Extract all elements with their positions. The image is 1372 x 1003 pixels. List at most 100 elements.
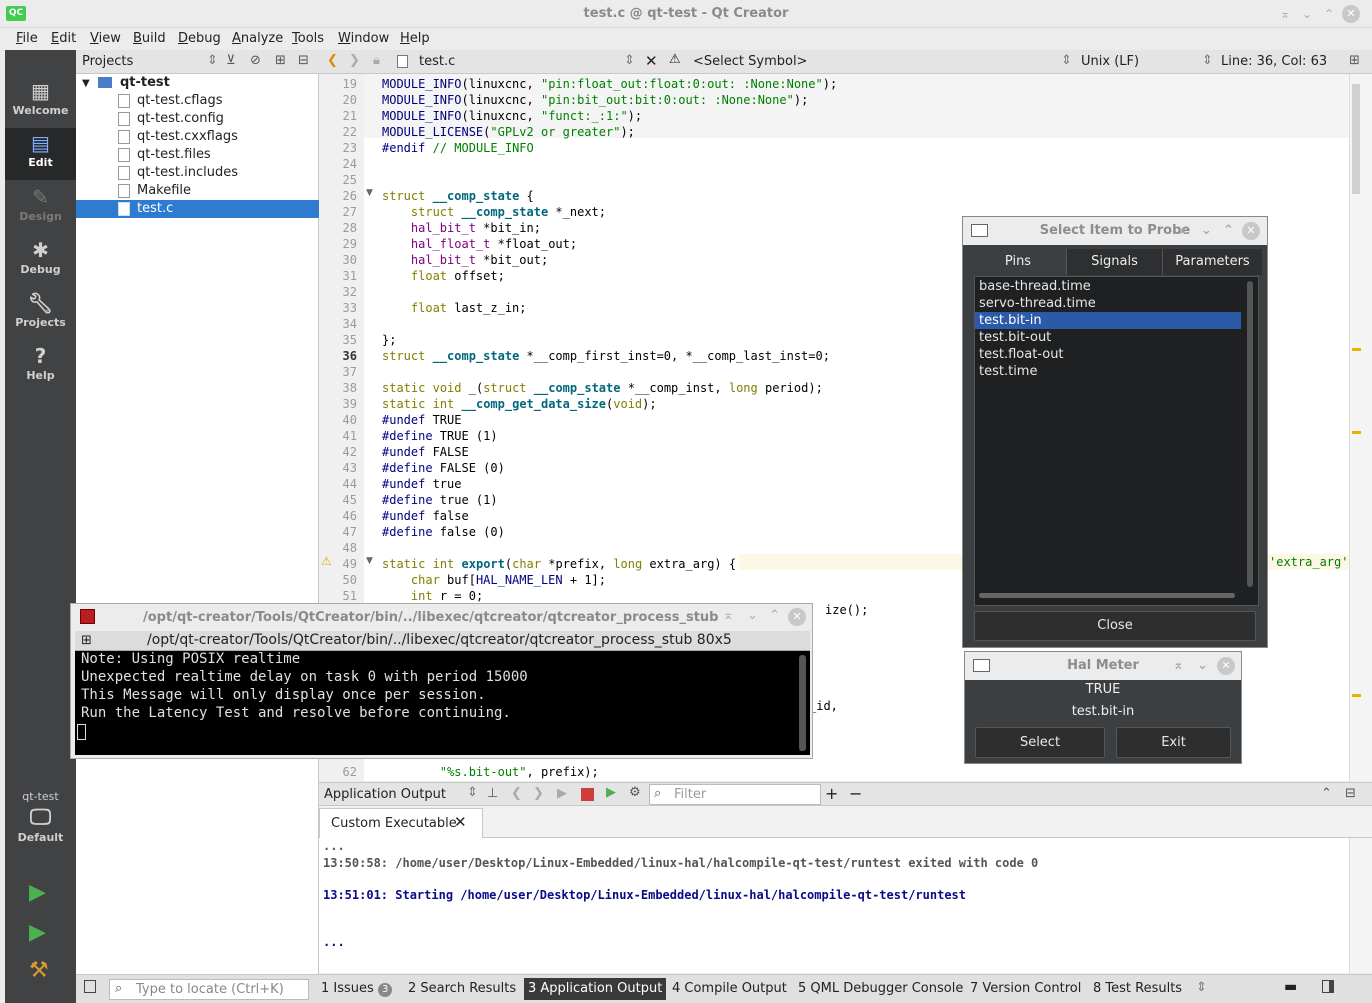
tree-file-item[interactable]: qt-test.cxxflags (76, 128, 319, 146)
status-tab-search-results[interactable]: 2 Search Results (408, 981, 516, 996)
stop-icon[interactable] (581, 788, 594, 801)
tree-file-item[interactable]: Makefile (76, 182, 319, 200)
link-icon[interactable]: ⊘ (250, 53, 261, 68)
split-icon[interactable]: ⊞ (1349, 53, 1360, 68)
symbol-selector[interactable]: <Select Symbol> (693, 54, 807, 69)
pin-list-item[interactable]: test.float-out (975, 346, 1241, 363)
window-close-icon[interactable]: ✕ (1217, 657, 1235, 675)
pin-list-item[interactable]: servo-thread.time (975, 295, 1241, 312)
mode-edit[interactable]: ▤ Edit (5, 128, 76, 180)
settings-gear-icon[interactable]: ⚙ (629, 785, 641, 800)
pin-list-item-selected[interactable]: test.bit-in (975, 312, 1241, 329)
fold-arrow-icon[interactable]: ▼ (366, 556, 373, 566)
close-document-icon[interactable]: ✕ (645, 52, 658, 70)
next-arrow-icon[interactable]: ❯ (533, 786, 544, 801)
pin-list[interactable]: base-thread.time servo-thread.time test.… (974, 276, 1259, 606)
open-document-selector[interactable]: test.c (419, 54, 455, 69)
pin-list-item[interactable]: base-thread.time (975, 278, 1241, 295)
menu-view[interactable]: View (90, 31, 121, 46)
window-minimize-icon[interactable]: ⌄ (1298, 5, 1316, 23)
menu-analyze[interactable]: Analyze (232, 31, 283, 46)
tab-custom-executable[interactable]: Custom Executable ✕ (319, 808, 483, 838)
run-icon[interactable]: ▶ (29, 880, 46, 905)
mode-design[interactable]: ✎ Design (5, 182, 76, 234)
cursor-position[interactable]: Line: 36, Col: 63 (1221, 54, 1327, 69)
status-tab-version-control[interactable]: 7 Version Control (970, 981, 1081, 996)
window-minimize-icon[interactable]: ⌄ (747, 608, 758, 623)
attach-icon[interactable]: ⊥ (487, 786, 498, 801)
window-minimize-icon[interactable]: ⌄ (1197, 652, 1208, 680)
mode-debug[interactable]: ✱ Debug (5, 235, 76, 287)
close-tab-icon[interactable]: ✕ (454, 813, 467, 831)
pin-list-vscrollbar[interactable] (1247, 281, 1253, 587)
debug-run-icon[interactable]: ▶ (29, 920, 46, 945)
mode-welcome[interactable]: ▦ Welcome (5, 76, 76, 128)
tree-file-item[interactable]: qt-test.includes (76, 164, 319, 182)
kit-selector[interactable]: qt-test 🖵︎ Default (5, 790, 76, 860)
progress-details-icon[interactable]: ▬ (1284, 979, 1297, 995)
output-filter-input[interactable]: ⌕ Filter (649, 784, 821, 805)
status-tab-test-results[interactable]: 8 Test Results (1093, 981, 1182, 996)
tree-file-item[interactable]: qt-test.files (76, 146, 319, 164)
status-tab-qml-debugger[interactable]: 5 QML Debugger Console (798, 981, 963, 996)
build-hammer-icon[interactable]: ⚒ (29, 958, 49, 983)
menu-build[interactable]: Build (133, 31, 166, 46)
window-close-icon[interactable]: ✕ (788, 608, 806, 626)
back-arrow-icon[interactable]: ❮ (327, 53, 338, 68)
collapse-arrow-icon[interactable]: ▼ (82, 78, 90, 89)
meter-select-button[interactable]: Select (975, 727, 1105, 758)
projects-view-selector[interactable]: Projects (82, 54, 133, 69)
window-shade-icon[interactable]: ⌅ (723, 608, 734, 623)
filter-icon[interactable]: ⊻ (226, 53, 236, 68)
window-shade-icon[interactable]: ⌅ (1177, 217, 1188, 245)
menu-file[interactable]: File (16, 31, 38, 46)
toggle-sidebar-icon[interactable] (84, 980, 96, 993)
pin-list-hscrollbar[interactable] (979, 593, 1235, 598)
forward-arrow-icon[interactable]: ❯ (349, 53, 360, 68)
remove-icon[interactable]: − (849, 784, 862, 803)
mode-help[interactable]: ? Help (5, 341, 76, 393)
tab-signals[interactable]: Signals (1066, 249, 1162, 275)
updown-icon[interactable]: ⇕ (1196, 980, 1207, 995)
rerun-icon[interactable]: ▶ (557, 786, 567, 801)
window-minimize-icon[interactable]: ⌄ (1201, 217, 1212, 245)
menu-edit[interactable]: Edit (51, 31, 76, 46)
window-menu-icon[interactable] (973, 659, 990, 672)
window-close-icon[interactable]: ✕ (1342, 5, 1360, 23)
maximize-pane-icon[interactable]: ⌃ (1321, 786, 1332, 801)
meter-exit-button[interactable]: Exit (1116, 727, 1231, 758)
window-maximize-icon[interactable]: ⌃ (1223, 217, 1234, 245)
add-icon[interactable]: + (825, 784, 838, 803)
project-root[interactable]: ▼ qt-test (76, 74, 319, 92)
fold-arrow-icon[interactable]: ▼ (366, 188, 373, 198)
status-tab-application-output[interactable]: 3 Application Output (524, 978, 667, 1000)
prev-arrow-icon[interactable]: ❮ (511, 786, 522, 801)
status-tab-compile-output[interactable]: 4 Compile Output (672, 981, 787, 996)
probe-close-button[interactable]: Close (974, 611, 1256, 641)
window-close-icon[interactable]: ✕ (1242, 222, 1260, 240)
menu-help[interactable]: Help (400, 31, 430, 46)
scrollbar-thumb[interactable] (1352, 84, 1360, 194)
terminal-screen[interactable]: Note: Using POSIX realtime Unexpected re… (75, 651, 810, 755)
tree-file-item[interactable]: qt-test.cflags (76, 92, 319, 110)
toggle-right-sidebar-icon[interactable] (1322, 980, 1334, 993)
line-ending-selector[interactable]: Unix (LF) (1081, 54, 1139, 69)
menu-window[interactable]: Window (338, 31, 389, 46)
terminal-scrollbar[interactable] (799, 655, 806, 751)
tab-pins[interactable]: Pins (970, 249, 1066, 275)
menu-debug[interactable]: Debug (178, 31, 221, 46)
mode-projects[interactable]: 🔧︎ Projects (5, 288, 76, 340)
window-shade-icon[interactable]: ⌅ (1173, 652, 1184, 680)
terminal-menu-icon[interactable]: ⊞ (81, 633, 92, 648)
window-maximize-icon[interactable]: ⌃ (769, 608, 780, 623)
window-shade-icon[interactable]: ⌅ (1276, 5, 1294, 23)
debug-run-icon[interactable]: ▶ (606, 785, 616, 800)
window-maximize-icon[interactable]: ⌃ (1320, 5, 1338, 23)
close-pane-icon[interactable]: ⊟ (298, 53, 309, 68)
locator-input[interactable]: ⌕ Type to locate (Ctrl+K) (109, 979, 309, 1000)
application-output-text[interactable]: ... 13:50:58: /home/user/Desktop/Linux-E… (319, 838, 1349, 973)
tab-parameters[interactable]: Parameters (1162, 249, 1262, 275)
editor-vertical-scrollbar[interactable] (1349, 74, 1372, 781)
split-icon[interactable]: ⊞ (275, 53, 286, 68)
window-menu-icon[interactable] (971, 224, 988, 237)
